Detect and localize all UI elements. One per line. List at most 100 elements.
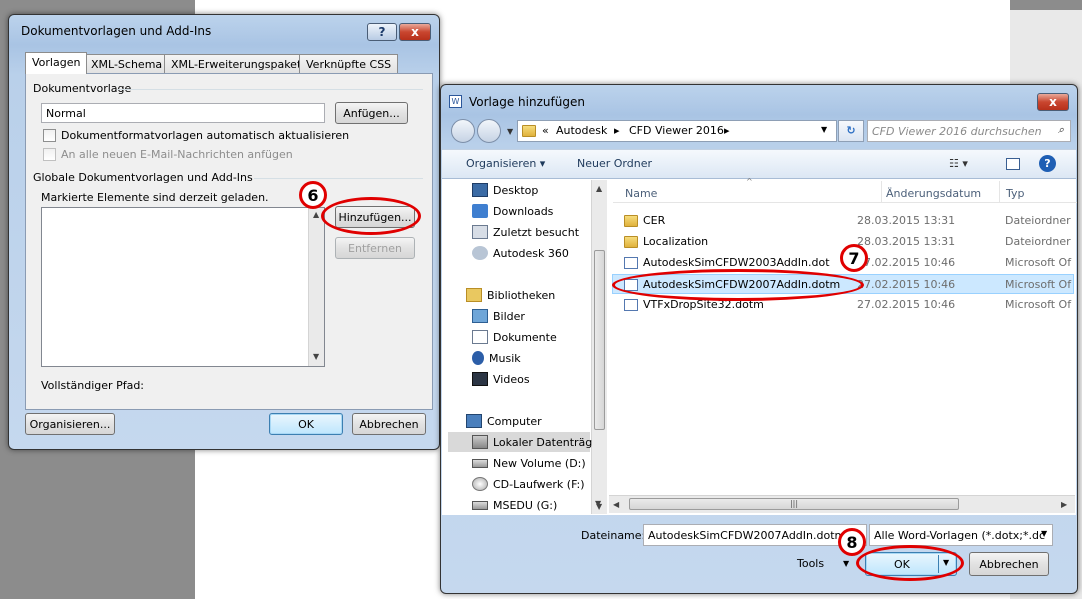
refresh-button[interactable]: ↻ — [838, 120, 864, 142]
library-icon — [466, 288, 482, 302]
close-button[interactable]: x — [1037, 93, 1069, 111]
column-type[interactable]: Typ — [1006, 187, 1025, 200]
cd-icon — [472, 477, 488, 491]
cancel-button[interactable]: Abbrechen — [969, 552, 1049, 576]
tree-label: Lokaler Datenträg — [493, 435, 593, 449]
tree-label: New Volume (D:) — [493, 456, 586, 470]
tree-item-cd-f[interactable]: CD-Laufwerk (F:) — [472, 474, 585, 494]
highlight-ring-ok — [856, 545, 964, 581]
documents-icon — [472, 330, 488, 344]
tree-item-autodesk360[interactable]: Autodesk 360 — [472, 243, 569, 263]
address-bar[interactable]: « Autodesk ▸ CFD Viewer 2016 ▸ ▼ — [517, 120, 837, 142]
preview-pane-icon[interactable] — [1006, 158, 1020, 170]
tree-item-music[interactable]: Musik — [472, 348, 521, 368]
chevron-right-icon[interactable]: ▸ — [614, 124, 620, 137]
tree-item-documents[interactable]: Dokumente — [472, 327, 557, 347]
tree-label: Downloads — [493, 204, 554, 218]
file-type: Microsoft Of — [1005, 298, 1072, 311]
file-date: 27.02.2015 10:46 — [857, 278, 956, 291]
folder-icon — [624, 215, 638, 227]
remove-button: Entfernen — [335, 237, 415, 259]
tree-label: Dokumente — [493, 330, 557, 344]
tree-label: Bibliotheken — [487, 288, 556, 302]
tree-item-videos[interactable]: Videos — [472, 369, 530, 389]
column-divider[interactable] — [999, 181, 1000, 203]
cancel-button[interactable]: Abbrechen — [352, 413, 426, 435]
tab-linked-css[interactable]: Verknüpfte CSS — [299, 54, 399, 74]
tree-item-pictures[interactable]: Bilder — [472, 306, 525, 326]
search-input[interactable]: CFD Viewer 2016 durchsuchen ⌕ — [867, 120, 1071, 142]
tree-label: MSEDU (G:) — [493, 498, 558, 512]
breadcrumb-overflow[interactable]: « — [542, 124, 549, 137]
organize-menu[interactable]: Organisieren ▾ — [466, 157, 545, 170]
column-date[interactable]: Änderungsdatum — [886, 187, 981, 200]
tree-item-libraries[interactable]: Bibliotheken — [466, 285, 555, 305]
divider — [254, 178, 423, 179]
videos-icon — [472, 372, 488, 386]
ok-button[interactable]: OK — [269, 413, 343, 435]
help-button[interactable]: ? — [367, 23, 397, 41]
list-scrollbar[interactable]: ▲ ▼ — [308, 208, 324, 366]
word-doc-icon: W — [449, 95, 462, 108]
tab-xml-packages[interactable]: XML-Erweiterungspakete — [164, 54, 316, 74]
doc-template-input[interactable]: Normal — [41, 103, 325, 123]
tree-label: Musik — [489, 351, 521, 365]
tree-item-recent[interactable]: Zuletzt besucht — [472, 222, 579, 242]
breadcrumb-autodesk[interactable]: Autodesk — [556, 124, 607, 137]
auto-update-label: Dokumentformatvorlagen automatisch aktua… — [61, 129, 350, 142]
auto-update-checkbox[interactable] — [43, 129, 56, 142]
filename-input[interactable]: AutodeskSimCFDW2007AddIn.dotm — [643, 524, 867, 546]
column-name[interactable]: Name — [625, 187, 657, 200]
computer-icon — [466, 414, 482, 428]
step-marker-7: 7 — [840, 244, 868, 272]
tab-vorlagen[interactable]: Vorlagen — [25, 52, 88, 74]
tree-scrollbar[interactable]: ▲ ▼ — [591, 180, 607, 514]
global-templates-list[interactable] — [41, 207, 325, 367]
scroll-down-icon: ▼ — [313, 352, 320, 361]
tree-item-local-disk[interactable]: Lokaler Datenträg — [472, 432, 592, 452]
chevron-down-icon[interactable]: ▼ — [843, 559, 849, 568]
help-icon[interactable]: ? — [1039, 155, 1056, 172]
chevron-right-icon[interactable]: ▸ — [724, 124, 730, 137]
scroll-thumb[interactable] — [594, 250, 605, 430]
new-folder-button[interactable]: Neuer Ordner — [577, 157, 652, 170]
chevron-down-icon[interactable]: ▼ — [507, 127, 513, 136]
word-doc-icon — [624, 299, 638, 311]
drive-icon — [472, 458, 488, 468]
refresh-icon: ↻ — [846, 124, 856, 137]
tree-scroll-down-icon: ▼ — [595, 499, 602, 508]
tree-label: Bilder — [493, 309, 525, 323]
file-name: Localization — [624, 235, 708, 248]
breadcrumb-cfd-viewer[interactable]: CFD Viewer 2016 — [629, 124, 724, 137]
tab-xml-schema[interactable]: XML-Schema — [84, 54, 170, 74]
close-button[interactable]: x — [399, 23, 431, 41]
tree-item-volume-d[interactable]: New Volume (D:) — [472, 453, 586, 473]
tree-item-desktop[interactable]: Desktop — [472, 180, 538, 200]
attach-button[interactable]: Anfügen... — [335, 102, 408, 124]
search-icon: ⌕ — [1057, 123, 1064, 136]
forward-button[interactable] — [477, 119, 501, 143]
column-divider[interactable] — [881, 181, 882, 203]
email-label: An alle neuen E-Mail-Nachrichten anfügen — [61, 148, 293, 161]
view-options-icon[interactable]: ☷ ▾ — [949, 157, 968, 170]
tools-menu[interactable]: Tools — [797, 557, 824, 570]
tree-item-msedu-g[interactable]: MSEDU (G:) — [472, 495, 557, 515]
folder-icon — [522, 125, 536, 137]
recent-icon — [472, 225, 488, 239]
tree-item-downloads[interactable]: Downloads — [472, 201, 553, 221]
horizontal-scrollbar[interactable]: ◀ ||| ▶ — [609, 495, 1075, 513]
scroll-thumb[interactable]: ||| — [629, 498, 959, 510]
email-checkbox — [43, 148, 56, 161]
drive-icon — [472, 435, 488, 449]
file-type-select[interactable]: Alle Word-Vorlagen (*.dotx;*.dc — [869, 524, 1053, 546]
chevron-down-icon[interactable]: ▼ — [821, 125, 827, 134]
organize-button[interactable]: Organisieren... — [25, 413, 115, 435]
drive-icon — [472, 500, 488, 510]
file-row-cer[interactable]: CER 28.03.2015 13:31 Dateiordner — [612, 211, 1074, 231]
back-button[interactable] — [451, 119, 475, 143]
tree-item-computer[interactable]: Computer — [466, 411, 542, 431]
scroll-left-icon: ◀ — [613, 500, 620, 509]
step-marker-6: 6 — [299, 181, 327, 209]
file-type: Dateiordner — [1005, 235, 1071, 248]
chevron-down-icon[interactable]: ▼ — [1041, 529, 1047, 538]
